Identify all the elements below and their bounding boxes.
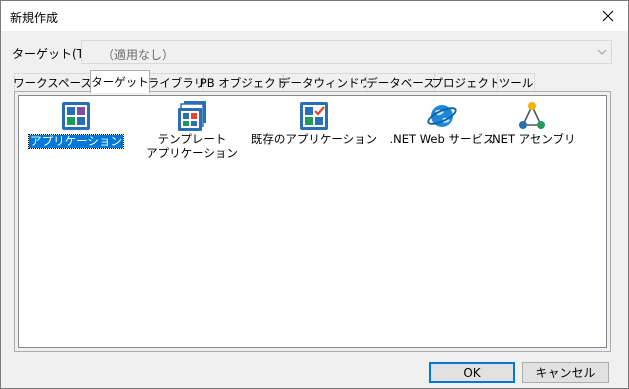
- tab-pb-object[interactable]: PB オブジェクト: [200, 73, 287, 92]
- list-item-existing-application[interactable]: 既存のアプリケーション: [248, 100, 380, 146]
- tab-datawindow[interactable]: データウィンドウ: [279, 73, 371, 92]
- existing-application-icon: [300, 102, 328, 130]
- net-assembly-icon: [519, 102, 545, 129]
- close-icon: [602, 10, 614, 22]
- chevron-down-icon[interactable]: [593, 41, 611, 63]
- tab-database[interactable]: データベース: [366, 73, 435, 92]
- list-item-net-assembly[interactable]: .NET アセンブリ: [477, 100, 587, 146]
- new-dialog: 新規作成 ターゲット(T): （適用なし） ワークスペース ターゲット ライブラ…: [0, 0, 629, 389]
- target-combobox-value: （適用なし）: [102, 48, 175, 62]
- list-item-label: .NET アセンブリ: [488, 132, 576, 146]
- tab-library[interactable]: ライブラリ: [148, 73, 205, 92]
- net-web-service-icon: [427, 105, 457, 127]
- list-item-application[interactable]: アプリケーション: [21, 100, 131, 149]
- tab-workspace[interactable]: ワークスペース: [13, 73, 92, 92]
- dialog-title: 新規作成: [10, 11, 59, 25]
- list-item-template-application[interactable]: テンプレート アプリケーション: [137, 100, 247, 160]
- item-list: アプリケーション テンプレート アプリケーション 既存のアプリケーション .NE…: [18, 95, 607, 348]
- target-combobox[interactable]: （適用なし）: [81, 40, 612, 64]
- application-icon: [62, 102, 90, 130]
- template-application-icon: [178, 101, 206, 131]
- ok-button[interactable]: OK: [429, 362, 515, 383]
- close-button[interactable]: [588, 1, 628, 31]
- tab-panel: アプリケーション テンプレート アプリケーション 既存のアプリケーション .NE…: [14, 91, 611, 352]
- tab-project[interactable]: プロジェクト: [432, 73, 501, 92]
- list-item-label: 既存のアプリケーション: [250, 132, 378, 146]
- list-item-label: アプリケーション: [28, 134, 124, 149]
- list-item-label: テンプレート アプリケーション: [146, 132, 238, 160]
- title-bar: 新規作成: [1, 1, 628, 31]
- tab-target[interactable]: ターゲット: [90, 70, 150, 93]
- cancel-button[interactable]: キャンセル: [522, 362, 609, 383]
- tab-tool[interactable]: ツール: [497, 73, 535, 92]
